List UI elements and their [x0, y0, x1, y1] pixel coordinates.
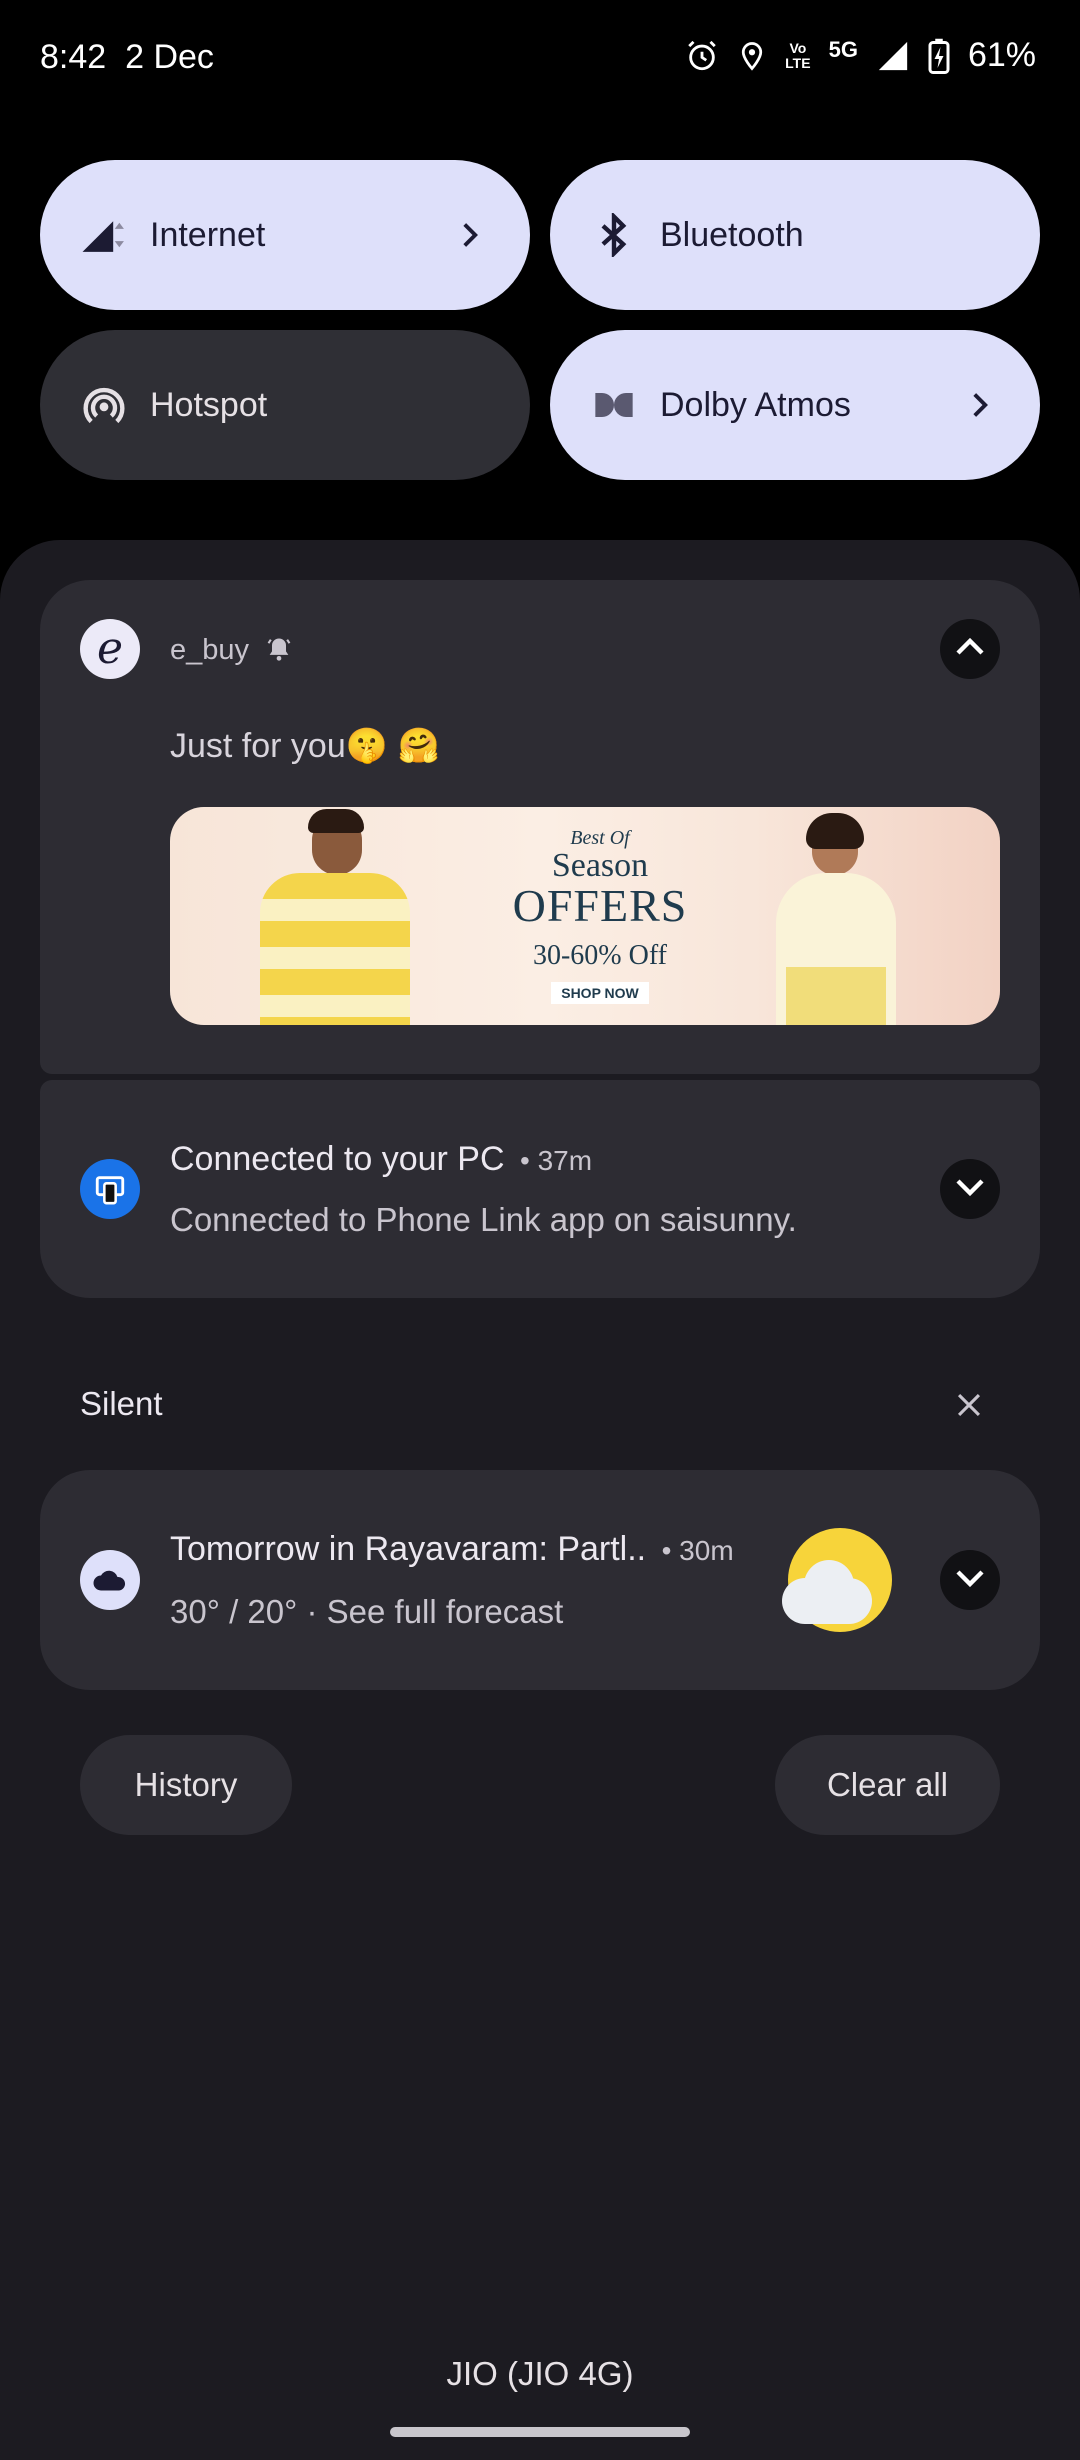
volte-bottom: LTE: [785, 54, 811, 71]
partly-cloudy-icon: [782, 1528, 892, 1638]
promo-discount: 30-60% Off: [532, 940, 667, 971]
chevron-down-icon: [954, 1177, 986, 1202]
location-icon: [737, 39, 767, 73]
signal-icon: [80, 211, 128, 259]
status-time-date: 8:42 2 Dec: [40, 38, 214, 77]
phone-link-title: Connected to your PC: [170, 1140, 505, 1178]
history-button[interactable]: History: [80, 1735, 292, 1835]
ebuy-message: Just for you🤫 🤗: [170, 727, 440, 765]
clear-all-button[interactable]: Clear all: [775, 1735, 1000, 1835]
promo-line2: Season: [551, 847, 649, 884]
battery-percent: 61%: [967, 36, 1036, 74]
chevron-up-icon: [954, 637, 986, 662]
bell-icon: [265, 634, 293, 669]
cloud-icon: [80, 1550, 140, 1610]
promo-line3: OFFERS: [512, 880, 688, 931]
status-icons: Vo LTE 5G 61%: [685, 36, 1036, 75]
silent-section-header: Silent: [80, 1385, 163, 1422]
chevron-right-icon: [450, 221, 490, 249]
clear-all-label: Clear all: [826, 1766, 949, 1803]
ebuy-promo-image[interactable]: Best Of Season OFFERS 30-60% Off SHOP NO…: [170, 807, 1000, 1025]
ebuy-app-name: e_buy: [170, 634, 250, 666]
date: 2 Dec: [125, 38, 214, 76]
chevron-right-icon: [960, 391, 1000, 419]
bluetooth-icon: [590, 211, 638, 259]
history-label: History: [134, 1766, 238, 1803]
promo-shop-now: SHOP NOW: [551, 982, 649, 1004]
volte-icon: Vo LTE: [785, 39, 811, 71]
notification-phone-link[interactable]: [40, 1080, 1040, 1298]
battery-charging-icon: [928, 38, 950, 74]
tile-bluetooth-label: Bluetooth: [660, 215, 804, 254]
phone-link-body: Connected to Phone Link app on saisunny.: [170, 1201, 797, 1238]
collapse-button[interactable]: [940, 619, 1000, 679]
ebuy-avatar: e: [80, 619, 140, 679]
phone-link-time: • 37m: [519, 1145, 593, 1176]
expand-button[interactable]: [940, 1159, 1000, 1219]
hotspot-icon: [80, 381, 128, 429]
tile-hotspot-label: Hotspot: [150, 385, 268, 424]
carrier-label: JIO (JIO 4G): [446, 2355, 634, 2392]
weather-body: 30° / 20° · See full forecast: [170, 1593, 564, 1630]
dolby-icon: [590, 381, 638, 429]
promo-model-man: [250, 807, 420, 1025]
alarm-icon: [685, 39, 719, 73]
close-icon: [952, 1393, 986, 1426]
promo-text-block: Best Of Season OFFERS 30-60% Off SHOP NO…: [500, 827, 700, 1004]
tile-bluetooth[interactable]: Bluetooth: [550, 160, 1040, 310]
weather-title-row: Tomorrow in Rayavaram: Partl.. • 30m: [170, 1530, 734, 1569]
ebuy-avatar-letter: e: [96, 623, 124, 674]
tile-internet[interactable]: Internet: [40, 160, 530, 310]
signal-icon: [876, 39, 910, 73]
weather-expand-button[interactable]: [940, 1550, 1000, 1610]
status-bar: 8:42 2 Dec Vo LTE 5G 61%: [0, 0, 1080, 120]
tile-dolby-atmos[interactable]: Dolby Atmos: [550, 330, 1040, 480]
chevron-down-icon: [954, 1568, 986, 1593]
phone-link-icon: [80, 1159, 140, 1219]
weather-title: Tomorrow in Rayavaram: Partl..: [170, 1530, 647, 1568]
tile-internet-label: Internet: [150, 215, 266, 254]
network-type: 5G: [828, 36, 858, 62]
tile-dolby-label: Dolby Atmos: [660, 385, 851, 424]
tile-hotspot[interactable]: Hotspot: [40, 330, 530, 480]
gesture-handle[interactable]: [390, 2427, 690, 2437]
promo-model-woman: [760, 807, 920, 1025]
volte-top: Vo: [789, 39, 807, 56]
dismiss-silent-button[interactable]: [952, 1388, 986, 1427]
weather-time: • 30m: [661, 1535, 734, 1566]
phone-link-title-row: Connected to your PC • 37m: [170, 1140, 592, 1179]
clock: 8:42: [40, 38, 107, 76]
